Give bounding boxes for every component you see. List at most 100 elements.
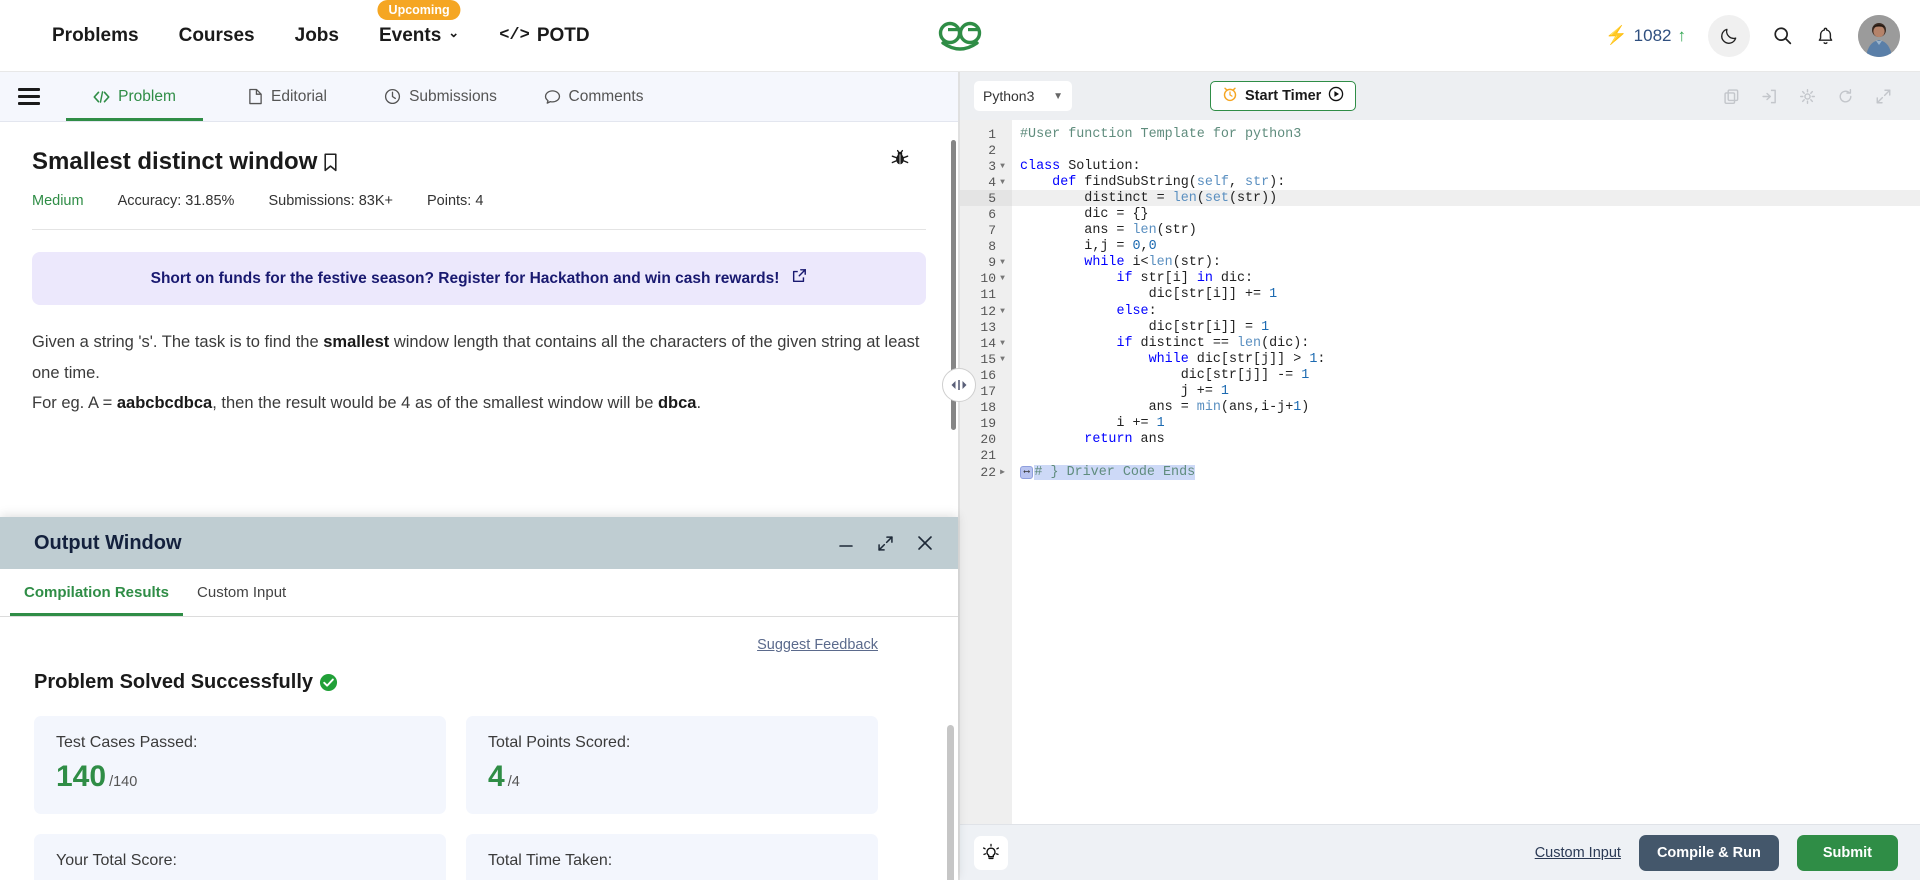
code-line[interactable]: j += 1 [1012, 384, 1920, 400]
code-line[interactable]: i += 1 [1012, 416, 1920, 432]
code-line[interactable]: ⟷ # } Driver Code Ends [1012, 464, 1920, 480]
status-badge: Medium [32, 193, 84, 209]
code-line[interactable]: while i<len(str): [1012, 255, 1920, 271]
nav-item-potd[interactable]: </> POTD [499, 25, 589, 47]
card-label: Test Cases Passed: [56, 734, 198, 751]
problem-metadata: Medium Accuracy: 31.85% Submissions: 83K… [32, 193, 926, 209]
code-line[interactable]: #User function Template for python3 [1012, 126, 1920, 142]
code-line[interactable]: ans = min(ans,i-j+1) [1012, 400, 1920, 416]
nav-item-label: POTD [536, 24, 590, 46]
minimize-icon[interactable] [837, 536, 855, 550]
bookmark-icon[interactable] [323, 152, 338, 172]
result-cards-row-1: Test Cases Passed: 140 /140 Total Points… [34, 716, 924, 814]
notifications-button[interactable] [1815, 25, 1836, 47]
output-window-tabs: Compilation Results Custom Input [0, 569, 958, 617]
code-line[interactable]: if str[i] in dic: [1012, 271, 1920, 287]
code-editor-area[interactable]: 1 2 3 ▼ 4 ▼ 5 6 7 8 9 ▼ 10 ▼ 11 12 ▼ 13 14 ▼ 15 ▼ 16 17 18 19 20 21… [960, 120, 1920, 824]
line-number-gutter: 1 2 3 ▼ 4 ▼ 5 6 7 8 9 ▼ 10 ▼ 11 12 ▼ 13 14 ▼ 15 ▼ 16 17 18 19 20 21… [960, 120, 1012, 824]
user-avatar[interactable] [1858, 14, 1900, 57]
tab-problem[interactable]: Problem [58, 72, 211, 121]
compile-and-run-button[interactable]: Compile & Run [1638, 834, 1779, 871]
code-line[interactable] [1012, 142, 1920, 158]
tab-editorial[interactable]: Editorial [211, 72, 364, 121]
start-timer-label: Start Timer [1245, 88, 1322, 104]
line-number: 3 ▼ [988, 158, 1006, 174]
close-icon[interactable] [916, 534, 934, 552]
code-line[interactable]: if distinct == len(dic): [1012, 335, 1920, 351]
fullscreen-icon[interactable] [1875, 88, 1892, 105]
code-line[interactable]: while dic[str[j]] > 1: [1012, 351, 1920, 367]
geeksforgeeks-logo[interactable] [929, 15, 991, 57]
tab-custom-input[interactable]: Custom Input [183, 569, 300, 616]
code-tokens: ans = min(ans,i-j+1) [1020, 400, 1310, 416]
copy-icon[interactable] [1723, 88, 1740, 105]
fold-toggle-icon[interactable]: ▼ [999, 339, 1006, 348]
code-line[interactable]: distinct = len(set(str)) [1012, 190, 1920, 207]
expand-icon[interactable] [877, 535, 894, 552]
line-number: 1 [988, 126, 996, 142]
points-stat: Points: 4 [426, 193, 484, 209]
code-tokens: if distinct == len(dic): [1116, 335, 1310, 351]
lightning-bolt-icon: ⚡ [1605, 25, 1628, 45]
code-line[interactable]: class Solution: [1012, 158, 1920, 174]
start-timer-button[interactable]: Start Timer [1210, 81, 1357, 111]
fold-toggle-icon[interactable]: ▶ [999, 467, 1006, 477]
code-line[interactable]: i,j = 0,0 [1012, 239, 1920, 255]
fold-toggle-icon[interactable]: ▼ [999, 274, 1006, 283]
collapsed-fold-widget[interactable]: ⟷ [1020, 465, 1034, 479]
nav-item-events[interactable]: Upcoming Events ⌄ [377, 0, 461, 47]
import-icon[interactable] [1761, 88, 1778, 105]
custom-input-link[interactable]: Custom Input [1535, 845, 1621, 861]
language-selector[interactable]: Python3 ▼ [974, 81, 1072, 111]
code-line[interactable]: dic[str[i]] += 1 [1012, 287, 1920, 303]
code-line[interactable] [1012, 448, 1920, 464]
nav-item-courses[interactable]: Courses [179, 25, 255, 47]
promo-banner[interactable]: Short on funds for the festive season? R… [32, 252, 926, 305]
tab-submissions[interactable]: Submissions [364, 72, 517, 121]
tab-compilation-results[interactable]: Compilation Results [10, 569, 184, 616]
bug-icon[interactable] [890, 148, 910, 173]
line-number: 4 ▼ [988, 174, 1006, 190]
nav-item-jobs[interactable]: Jobs [295, 25, 339, 47]
code-line[interactable]: dic[str[j]] -= 1 [1012, 367, 1920, 383]
accuracy-stat: Accuracy: 31.85% [117, 193, 235, 209]
search-button[interactable] [1772, 25, 1793, 46]
line-number: 18 [980, 400, 996, 416]
problem-header: Smallest distinct window Medium Accuracy… [0, 122, 958, 209]
code-line[interactable]: dic[str[i]] = 1 [1012, 319, 1920, 335]
up-arrow-icon: ↑ [1677, 25, 1687, 45]
theme-toggle-button[interactable] [1708, 14, 1750, 57]
divider [32, 229, 926, 230]
reset-icon[interactable] [1837, 88, 1854, 105]
solved-status: Problem Solved Successfully [34, 671, 924, 694]
line-number: 22 ▶ [980, 464, 1006, 480]
streak-counter[interactable]: ⚡ 1082 ↑ [1605, 25, 1686, 46]
code-content[interactable]: #User function Template for python3 class… [1012, 120, 1920, 824]
code-line[interactable]: ans = len(str) [1012, 223, 1920, 239]
fold-toggle-icon[interactable]: ▼ [999, 307, 1006, 316]
submit-button[interactable]: Submit [1796, 834, 1898, 871]
bell-icon [1818, 27, 1833, 44]
splitter-drag-handle[interactable] [942, 368, 976, 402]
desc-text: . [696, 394, 702, 413]
code-line[interactable]: dic = {} [1012, 206, 1920, 222]
code-line[interactable]: def findSubString(self, str): [1012, 174, 1920, 190]
tab-comments[interactable]: Comments [517, 72, 670, 121]
fold-toggle-icon[interactable]: ▼ [999, 258, 1006, 267]
code-line[interactable]: else: [1012, 303, 1920, 319]
fold-toggle-icon[interactable]: ▼ [999, 355, 1006, 364]
code-tokens: j += 1 [1020, 384, 1229, 400]
editor-toolbar: Python3 ▼ Start Timer [960, 72, 1920, 120]
output-scrollbar[interactable] [947, 725, 954, 880]
lightbulb-icon[interactable] [974, 835, 1008, 870]
hamburger-menu-icon[interactable] [0, 72, 58, 121]
fold-toggle-icon[interactable]: ▼ [999, 178, 1006, 187]
suggest-feedback-link[interactable]: Suggest Feedback [757, 637, 878, 653]
top-navigation-bar: Problems Courses Jobs Upcoming Events ⌄ </> POT… [0, 0, 1920, 72]
fold-toggle-icon[interactable]: ▼ [999, 162, 1006, 171]
gear-icon[interactable] [1799, 88, 1816, 105]
output-window-body: Suggest Feedback Problem Solved Successf… [0, 617, 958, 880]
code-line[interactable]: return ans [1012, 432, 1920, 448]
nav-item-problems[interactable]: Problems [52, 25, 139, 47]
desc-text: , then the result would be 4 as of the s… [212, 394, 658, 413]
